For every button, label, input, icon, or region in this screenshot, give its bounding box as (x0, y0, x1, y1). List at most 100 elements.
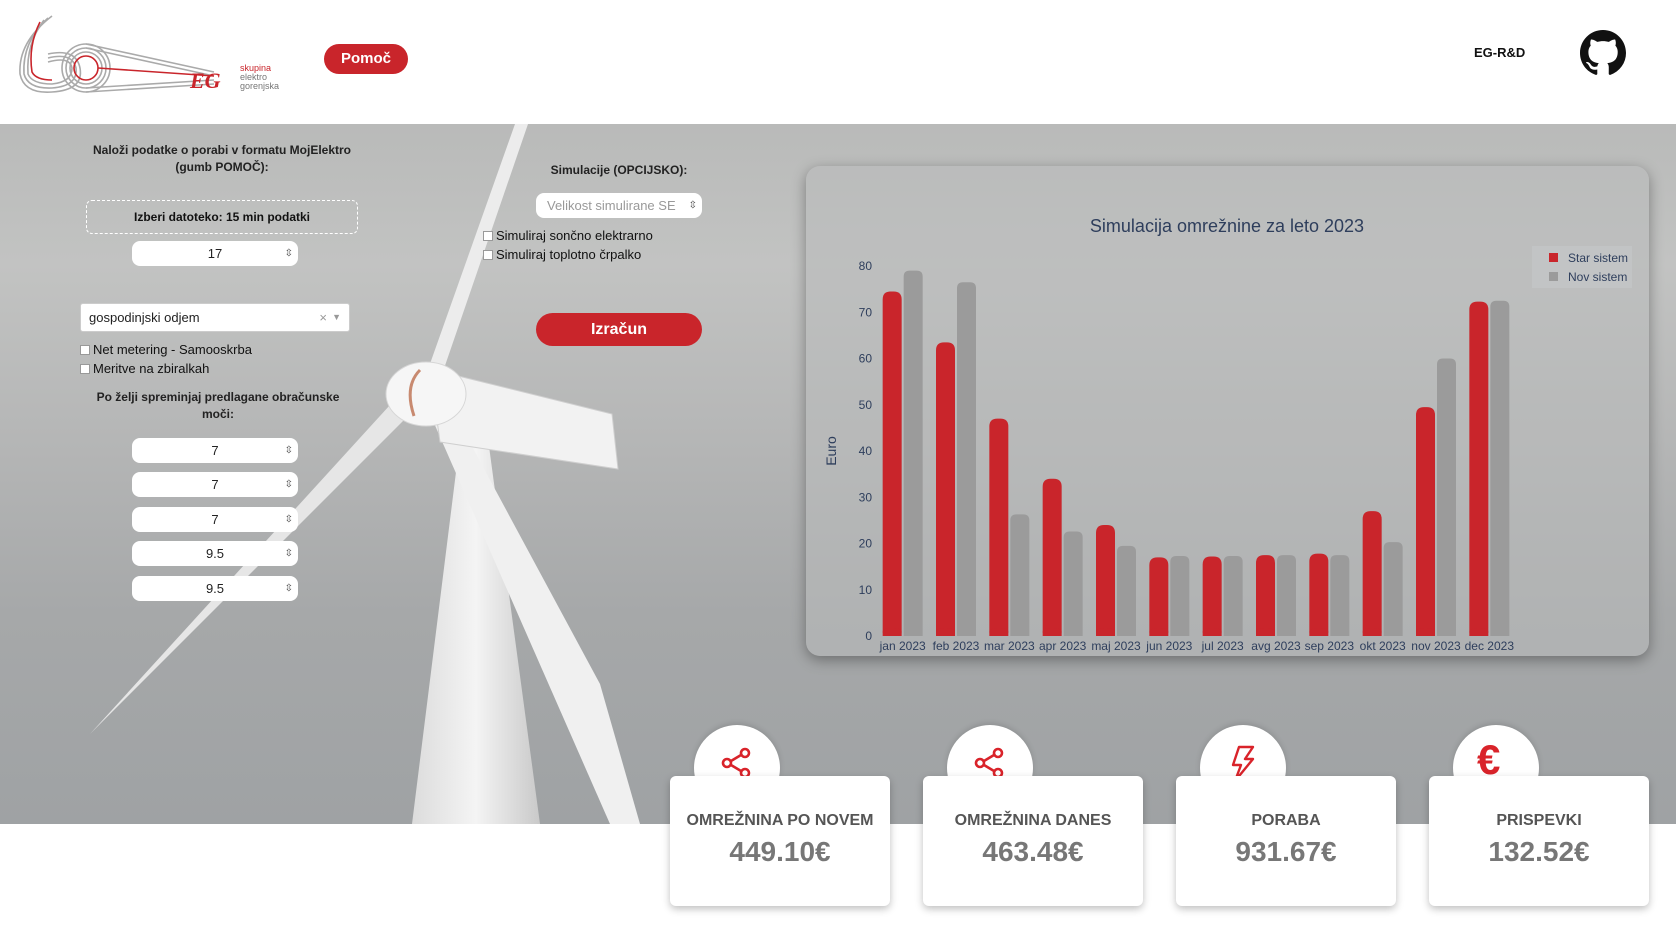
stat-label: OMREŽNINA PO NOVEM (686, 812, 874, 829)
y-tick-label: 50 (859, 398, 873, 412)
bar-nov-sistem (1383, 542, 1403, 636)
hero-section: Naloži podatke o porabi v formatu MojEle… (0, 124, 1676, 824)
bar-star-sistem-base (1416, 628, 1435, 636)
y-tick-label: 40 (859, 444, 873, 458)
simulate-heatpump-checkbox[interactable]: Simuliraj toplotno črpalko (483, 246, 641, 264)
stat-label: PRISPEVKI (1496, 812, 1582, 829)
bar-nov-sistem (1490, 300, 1510, 636)
bar-star-sistem-base (1362, 628, 1382, 636)
bar-star-sistem (1416, 407, 1435, 636)
power-value-4: 9.5 (205, 546, 225, 561)
x-tick-label: apr 2023 (1039, 639, 1087, 653)
file-upload-button[interactable]: Izberi datoteko: 15 min podatki (86, 200, 358, 234)
help-button[interactable]: Pomoč (324, 44, 408, 74)
tariff-select-value: gospodinjski odjem (89, 310, 200, 325)
bar-star-sistem (1042, 478, 1062, 636)
checkbox-icon[interactable] (483, 250, 493, 260)
bar-nov-sistem (1223, 555, 1243, 636)
number-input[interactable]: 17 ⇳ (132, 241, 298, 266)
x-tick-label: maj 2023 (1091, 639, 1141, 653)
x-tick-label: nov 2023 (1411, 639, 1461, 653)
chart-card: Simulacija omrežnine za leto 2023 Euro 0 10… (806, 166, 1649, 656)
legend-label: Star sistem (1568, 251, 1628, 265)
bar-star-sistem-base (1469, 628, 1489, 636)
bar-star-sistem-base (1042, 628, 1062, 636)
x-tick-label: sep 2023 (1305, 639, 1355, 653)
power-input-1[interactable]: 7 ⇳ (132, 438, 298, 463)
bar-star-sistem-base (1149, 628, 1169, 636)
checkbox-icon[interactable] (80, 345, 90, 355)
bar-chart: Simulacija omrežnine za leto 2023 Euro 0 10… (823, 216, 1632, 653)
x-tick-label: dec 2023 (1465, 639, 1515, 653)
stat-value: 449.10€ (729, 836, 831, 867)
x-tick-label: jan 2023 (879, 639, 926, 653)
y-axis-label: Euro (823, 436, 839, 466)
simulation-title: Simulacije (OPCIJSKO): (550, 163, 688, 177)
net-metering-label: Net metering - Samooskrba (93, 342, 252, 357)
power-title: Po želji spreminjaj predlagane obračunsk… (96, 390, 340, 421)
stat-card-contributions: PRISPEVKI 132.52€ (1429, 776, 1649, 906)
stat-value: 132.52€ (1488, 836, 1590, 867)
power-input-4[interactable]: 9.5 ⇳ (132, 541, 298, 566)
bar-star-sistem (1096, 525, 1115, 636)
eg-rd-link[interactable]: EG-R&D (1474, 45, 1525, 60)
x-tick-label: feb 2023 (933, 639, 980, 653)
y-tick-label: 30 (859, 490, 873, 504)
x-tick-label: okt 2023 (1360, 639, 1406, 653)
elektro-gorenjska-logo[interactable]: EG skupina elektro gorenjska (14, 12, 284, 98)
x-tick-label: avg 2023 (1251, 639, 1301, 653)
bar-nov-sistem (903, 270, 923, 636)
simulate-heatpump-label: Simuliraj toplotno črpalko (496, 247, 642, 262)
bar-star-sistem (1309, 553, 1329, 636)
legend-swatch (1549, 253, 1558, 262)
net-metering-checkbox[interactable]: Net metering - Samooskrba (80, 341, 252, 359)
x-tick-label: mar 2023 (984, 639, 1035, 653)
clear-icon[interactable]: × (319, 304, 327, 331)
power-value-3: 7 (211, 512, 219, 527)
legend-swatch (1549, 272, 1558, 281)
chevron-down-icon[interactable]: ▼ (332, 304, 341, 331)
upload-title: Naloži podatke o porabi v formatu MojEle… (92, 143, 352, 174)
simulated-se-size-input[interactable]: Velikost simulirane SE ⇳ (536, 193, 702, 218)
bar-star-sistem (1469, 301, 1489, 636)
bar-nov-sistem (1330, 555, 1350, 636)
y-tick-label: 60 (859, 352, 873, 366)
bar-star-sistem-base (1202, 628, 1222, 636)
power-input-2[interactable]: 7 ⇳ (132, 472, 298, 497)
bar-nov-sistem (1063, 531, 1083, 636)
chart-title: Simulacija omrežnine za leto 2023 (1090, 216, 1364, 236)
checkbox-icon[interactable] (80, 364, 90, 374)
github-icon[interactable] (1580, 30, 1626, 76)
stepper-icon[interactable]: ⇳ (689, 193, 697, 218)
stepper-icon[interactable]: ⇳ (285, 507, 293, 532)
stat-value: 931.67€ (1235, 836, 1337, 867)
logo-word-3: gorenjska (240, 81, 280, 91)
calculate-button[interactable]: Izračun (536, 313, 702, 346)
header: EG skupina elektro gorenjska Pomoč EG-R&… (0, 0, 1676, 124)
power-input-5[interactable]: 9.5 ⇳ (132, 576, 298, 601)
simulate-solar-checkbox[interactable]: Simuliraj sončno elektrarno (483, 227, 653, 245)
bar-star-sistem-base (1096, 628, 1115, 636)
y-tick-label: 10 (859, 583, 873, 597)
bar-nov-sistem (1010, 514, 1030, 636)
x-tick-label: jun 2023 (1145, 639, 1192, 653)
simulated-se-size-placeholder: Velikost simulirane SE (547, 198, 676, 213)
x-tick-label: jul 2023 (1201, 639, 1244, 653)
stepper-icon[interactable]: ⇳ (285, 541, 293, 566)
busbar-checkbox[interactable]: Meritve na zbiralkah (80, 360, 209, 378)
stepper-icon[interactable]: ⇳ (285, 241, 293, 266)
stat-card-new-grid-fee: OMREŽNINA PO NOVEM 449.10€ (670, 776, 890, 906)
logo-wordmark: skupina elektro gorenjska (240, 64, 279, 91)
tariff-select[interactable]: gospodinjski odjem × ▼ (80, 303, 350, 332)
y-tick-label: 70 (859, 305, 873, 319)
bar-star-sistem (936, 342, 955, 636)
checkbox-icon[interactable] (483, 231, 493, 241)
stepper-icon[interactable]: ⇳ (285, 576, 293, 601)
stepper-icon[interactable]: ⇳ (285, 438, 293, 463)
power-input-3[interactable]: 7 ⇳ (132, 507, 298, 532)
stat-value: 463.48€ (982, 836, 1084, 867)
number-input-value: 17 (207, 246, 223, 261)
stepper-icon[interactable]: ⇳ (285, 472, 293, 497)
bar-star-sistem (1149, 557, 1169, 636)
stat-label: OMREŽNINA DANES (954, 812, 1112, 829)
